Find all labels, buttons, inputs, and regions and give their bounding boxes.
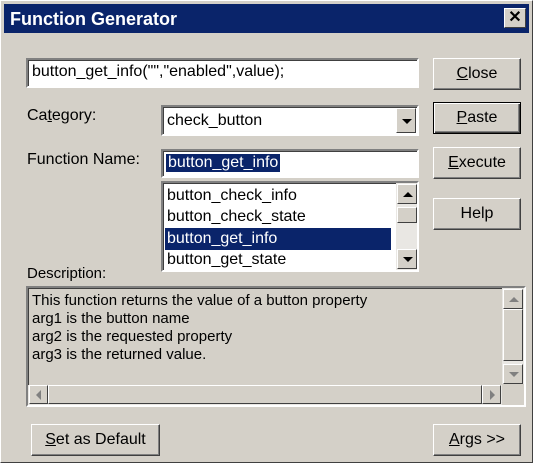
scroll-down-icon[interactable]	[503, 364, 523, 384]
scroll-up-icon[interactable]	[397, 184, 417, 204]
help-button[interactable]: Help	[433, 198, 521, 230]
scroll-up-icon[interactable]	[503, 289, 523, 309]
description-line: arg2 is the requested property	[32, 328, 233, 345]
function-call-text: button_get_info("","enabled",value);	[32, 63, 285, 80]
function-list[interactable]: button_check_info button_check_state but…	[161, 181, 419, 272]
description-line: arg1 is the button name	[32, 310, 190, 327]
category-dropdown[interactable]: check_button	[161, 105, 419, 136]
dropdown-arrow-icon[interactable]	[396, 108, 416, 133]
list-item[interactable]: button_check_info	[165, 185, 391, 207]
scroll-thumb[interactable]	[397, 207, 417, 223]
scroll-right-icon[interactable]	[482, 385, 501, 404]
scroll-corner	[502, 385, 524, 405]
description-line: arg3 is the returned value.	[32, 346, 207, 363]
category-label: Category:	[27, 107, 97, 124]
close-button[interactable]: Close	[433, 58, 521, 90]
description-box[interactable]: This function returns the value of a but…	[26, 286, 526, 407]
scroll-down-icon[interactable]	[397, 249, 417, 269]
description-label: Description:	[27, 265, 107, 282]
window-title: Function Generator	[10, 9, 178, 29]
list-item[interactable]: button_check_state	[165, 206, 391, 228]
execute-button[interactable]: Execute	[433, 147, 521, 179]
title-bar[interactable]: Function Generator ✕	[4, 4, 529, 33]
args-button[interactable]: Args >>	[433, 424, 521, 456]
function-name-label: Function Name:	[27, 151, 140, 168]
scroll-left-icon[interactable]	[29, 385, 48, 404]
scroll-thumb[interactable]	[48, 385, 482, 404]
category-selected: check_button	[167, 112, 263, 129]
set-as-default-button[interactable]: Set as Default	[31, 424, 160, 456]
scroll-thumb[interactable]	[503, 309, 523, 361]
function-call-field[interactable]: button_get_info("","enabled",value);	[26, 58, 419, 88]
paste-button[interactable]: Paste	[433, 102, 521, 134]
close-icon[interactable]: ✕	[504, 8, 526, 28]
list-item-selected[interactable]: button_get_info	[165, 228, 391, 250]
list-item[interactable]: button_get_state	[165, 249, 391, 270]
description-line: This function returns the value of a but…	[32, 292, 368, 309]
function-generator-dialog: Function Generator ✕ button_get_info("",…	[0, 0, 533, 463]
function-name-value: button_get_info	[166, 154, 281, 172]
function-name-input[interactable]: button_get_info	[161, 149, 419, 178]
